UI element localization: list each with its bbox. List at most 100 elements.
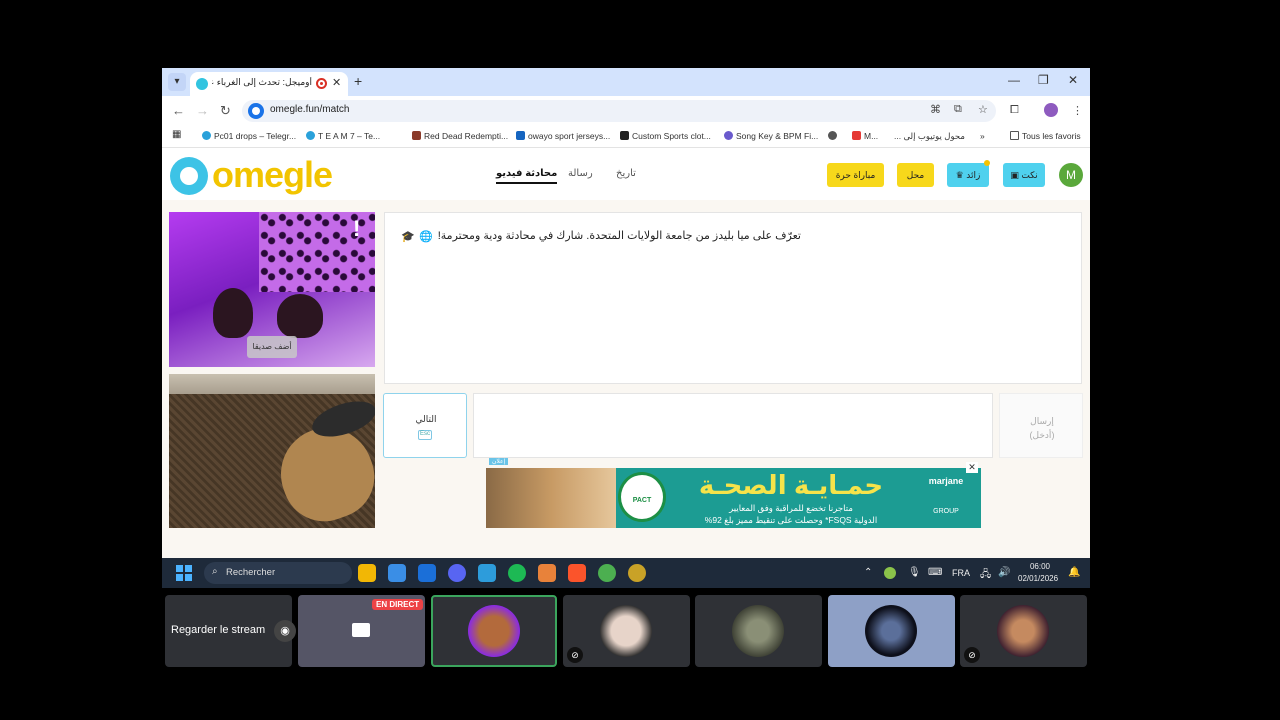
ad-headline: حمـايـة الصحـة: [698, 470, 884, 500]
watch-stream-label: Regarder le stream: [171, 624, 266, 636]
ad-label: إعلان: [489, 458, 509, 465]
app-icon[interactable]: [388, 564, 406, 582]
all-bookmarks[interactable]: Tous les favoris: [1010, 131, 1081, 141]
send-button[interactable]: إرسال (أدخل): [999, 393, 1083, 458]
gems-button[interactable]: ♛ زائد: [947, 163, 989, 187]
next-button[interactable]: التالي Esc: [383, 393, 467, 458]
security-shield-icon[interactable]: [418, 564, 436, 582]
ad-brand-sub: GROUP: [933, 508, 959, 515]
app-icon[interactable]: [538, 564, 556, 582]
tab-title: أوميجل: تحدث إلى الغرباء عبر: [212, 77, 312, 87]
microphone-icon[interactable]: 🎙: [908, 567, 921, 578]
recording-icon: [316, 78, 327, 89]
esc-key-hint: Esc: [418, 430, 432, 440]
notifications-icon[interactable]: 🔔: [1068, 567, 1080, 578]
tab-close-icon[interactable]: ✕: [332, 76, 341, 89]
clock-date[interactable]: 02/01/2026: [1018, 574, 1058, 583]
tray-overflow-icon[interactable]: ⌃: [864, 567, 872, 578]
extensions-icon[interactable]: ⧠: [1010, 104, 1019, 117]
restore-button[interactable]: ❐: [1038, 73, 1049, 87]
nav-text-chat[interactable]: رسالة: [568, 168, 593, 179]
file-explorer-icon[interactable]: [358, 564, 376, 582]
add-friend-button[interactable]: أضف صديقا: [247, 336, 297, 358]
clock-time[interactable]: 06:00: [1022, 562, 1058, 571]
self-video: [169, 374, 375, 528]
tray-app-icon[interactable]: [884, 567, 896, 579]
live-badge: EN DIRECT: [372, 599, 424, 610]
participant-tile[interactable]: ⊘: [563, 595, 690, 667]
watch-stream-tile[interactable]: Regarder le stream: [165, 595, 292, 667]
discord-icon[interactable]: [448, 564, 466, 582]
forward-button[interactable]: →: [196, 103, 209, 118]
participant-tile[interactable]: [695, 595, 822, 667]
graduation-cap-icon: 🎓: [401, 231, 415, 243]
spotify-icon[interactable]: [508, 564, 526, 582]
minimize-button[interactable]: —: [1008, 73, 1020, 87]
free-match-button[interactable]: مباراة حرة: [827, 163, 884, 187]
windows-taskbar: ⌕ Rechercher ⌃ 🎙 ⌨ FRA 🖧 🔊 06:00 02/01/2…: [162, 558, 1090, 588]
search-placeholder: Rechercher: [226, 567, 276, 578]
bookmarks-bar: ▦ Pc01 drops – Telegr... T E A M 7 – Te.…: [162, 126, 1090, 148]
more-bookmarks-icon[interactable]: »: [980, 131, 985, 141]
windows-start-icon[interactable]: [176, 565, 192, 581]
bookmark-item[interactable]: Song Key & BPM Fi...: [724, 131, 818, 141]
active-tab[interactable]: أوميجل: تحدث إلى الغرباء عبر ✕: [190, 72, 348, 96]
bookmark-item[interactable]: owayo sport jerseys...: [516, 131, 610, 141]
apps-grid-icon[interactable]: ▦: [172, 129, 181, 140]
bookmark-item[interactable]: Custom Sports clot...: [620, 131, 711, 141]
report-icon[interactable]: !: [353, 216, 360, 242]
bookmark-item[interactable]: M...: [852, 131, 878, 141]
keyboard-icon[interactable]: ⌨: [928, 567, 942, 578]
network-icon[interactable]: 🖧: [980, 567, 991, 584]
store-icon[interactable]: [478, 564, 496, 582]
nav-history[interactable]: تاريخ: [616, 168, 636, 179]
taskbar-search[interactable]: ⌕ Rechercher: [204, 562, 352, 584]
tab-search-button[interactable]: ▾: [168, 73, 186, 91]
address-bar[interactable]: omegle.fun/match ⌘ ⧉ ☆: [242, 100, 996, 122]
globe-icon: [828, 131, 837, 140]
bookmark-item[interactable]: T E A M 7 – Te...: [306, 131, 380, 141]
nav-video-chat[interactable]: محادثة فيديو: [496, 168, 558, 184]
app-icon[interactable]: [628, 564, 646, 582]
bookmark-item[interactable]: محول يوتيوب إلى ...: [894, 131, 965, 142]
participant-tile[interactable]: [431, 595, 557, 667]
site-logo[interactable]: omegle: [212, 154, 333, 196]
participant-avatar: [732, 605, 784, 657]
user-avatar[interactable]: M: [1059, 163, 1083, 187]
profile-avatar[interactable]: [1044, 103, 1058, 117]
new-tab-button[interactable]: +: [354, 73, 362, 89]
chat-log: 🎓 🌐 تعرّف على ميا بليدز من جامعة الولايا…: [384, 212, 1082, 384]
screenshare-tile[interactable]: EN DIRECT: [298, 595, 425, 667]
translate-icon[interactable]: ⌘: [930, 103, 941, 116]
globe-icon: 🌐: [419, 231, 433, 243]
participant-tile[interactable]: [828, 595, 955, 667]
omegle-logo-icon[interactable]: [170, 157, 208, 195]
participant-tile[interactable]: ⊘: [960, 595, 1087, 667]
browser-menu-icon[interactable]: ⋮: [1072, 104, 1083, 117]
calendar-icon: ▣: [1010, 170, 1022, 180]
eye-icon[interactable]: ◉: [274, 620, 296, 642]
coins-button[interactable]: ▣ نكت: [1003, 163, 1045, 187]
bookmark-item[interactable]: Red Dead Redempti...: [412, 131, 508, 141]
brave-icon[interactable]: [568, 564, 586, 582]
chrome-icon[interactable]: [598, 564, 616, 582]
site-info-icon[interactable]: [248, 103, 264, 119]
ad-close-icon[interactable]: ✕: [966, 462, 978, 473]
language-indicator[interactable]: FRA: [952, 568, 970, 578]
rdr-icon: [412, 131, 421, 140]
back-button[interactable]: ←: [172, 103, 185, 118]
bookmark-star-icon[interactable]: ☆: [978, 103, 988, 116]
volume-icon[interactable]: 🔊: [998, 567, 1010, 578]
shop-button[interactable]: محل: [897, 163, 934, 187]
advertisement[interactable]: PACT حمـايـة الصحـة متاجرنا تخضع للمراقب…: [486, 468, 981, 528]
bookmark-item[interactable]: Pc01 drops – Telegr...: [202, 131, 296, 141]
message-input[interactable]: [473, 393, 993, 458]
close-window-button[interactable]: ✕: [1068, 73, 1078, 87]
reload-button[interactable]: ↻: [220, 103, 231, 119]
folder-icon: [1010, 131, 1019, 140]
install-app-icon[interactable]: ⧉: [954, 103, 962, 116]
stranger-person: [213, 288, 253, 338]
browser-window: ▾ أوميجل: تحدث إلى الغرباء عبر ✕ + — ❐ ✕…: [162, 68, 1090, 558]
ad-brand: marjane: [928, 476, 964, 486]
bookmark-item[interactable]: [828, 131, 840, 141]
